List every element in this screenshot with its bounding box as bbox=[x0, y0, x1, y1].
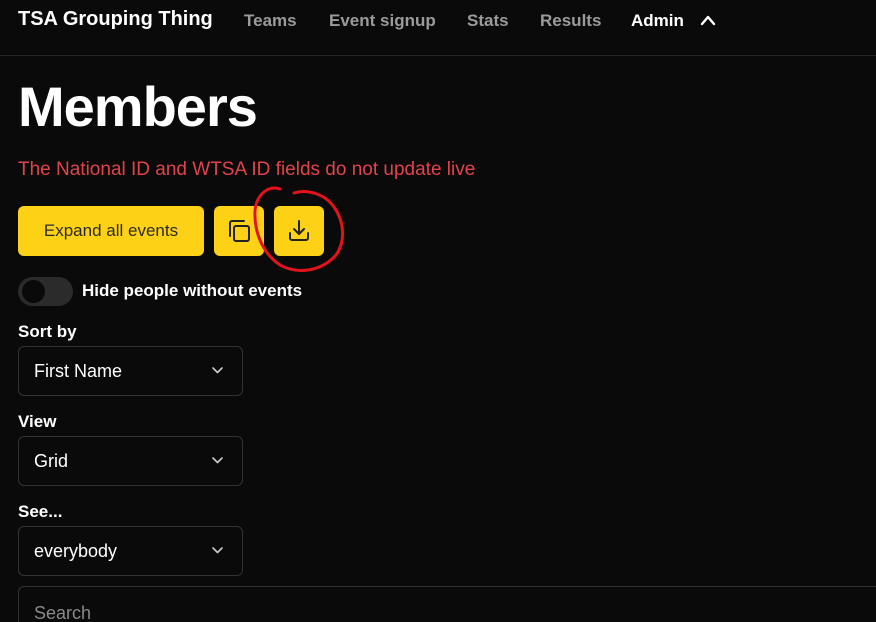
chevron-down-icon bbox=[212, 457, 223, 464]
hide-people-toggle[interactable] bbox=[18, 277, 73, 306]
expand-all-events-button[interactable]: Expand all events bbox=[18, 206, 204, 256]
sort-by-label: Sort by bbox=[18, 322, 77, 341]
nav-link-results[interactable]: Results bbox=[540, 11, 601, 31]
top-nav: TSA Grouping Thing Teams Event signup St… bbox=[0, 0, 876, 56]
download-icon bbox=[289, 220, 309, 241]
page: TSA Grouping Thing Teams Event signup St… bbox=[0, 0, 876, 622]
chevron-up-icon[interactable] bbox=[700, 13, 716, 27]
view-select[interactable]: Grid bbox=[18, 436, 243, 486]
hide-people-label: Hide people without events bbox=[82, 281, 303, 300]
view-label: View bbox=[18, 412, 57, 431]
search-box[interactable] bbox=[18, 586, 876, 622]
chevron-down-icon bbox=[212, 367, 223, 374]
nav-link-teams[interactable]: Teams bbox=[244, 11, 297, 31]
sort-by-select[interactable]: First Name bbox=[18, 346, 243, 396]
copy-button[interactable] bbox=[214, 206, 264, 256]
copy-icon bbox=[229, 220, 250, 242]
sort-by-value: First Name bbox=[34, 361, 123, 381]
nav-link-stats[interactable]: Stats bbox=[467, 11, 509, 31]
nav-link-admin[interactable]: Admin bbox=[631, 11, 684, 31]
page-title: Members bbox=[18, 75, 258, 138]
toggle-knob bbox=[22, 280, 45, 303]
see-value: everybody bbox=[34, 541, 118, 561]
download-button[interactable] bbox=[274, 206, 324, 256]
see-label: See... bbox=[18, 502, 63, 521]
view-value: Grid bbox=[34, 451, 69, 471]
warning-message: The National ID and WTSA ID fields do no… bbox=[18, 159, 476, 180]
chevron-down-icon bbox=[212, 547, 223, 554]
see-select[interactable]: everybody bbox=[18, 526, 243, 576]
search-input[interactable] bbox=[34, 601, 634, 622]
nav-link-event-signup[interactable]: Event signup bbox=[329, 11, 436, 31]
brand-title[interactable]: TSA Grouping Thing bbox=[18, 8, 213, 31]
